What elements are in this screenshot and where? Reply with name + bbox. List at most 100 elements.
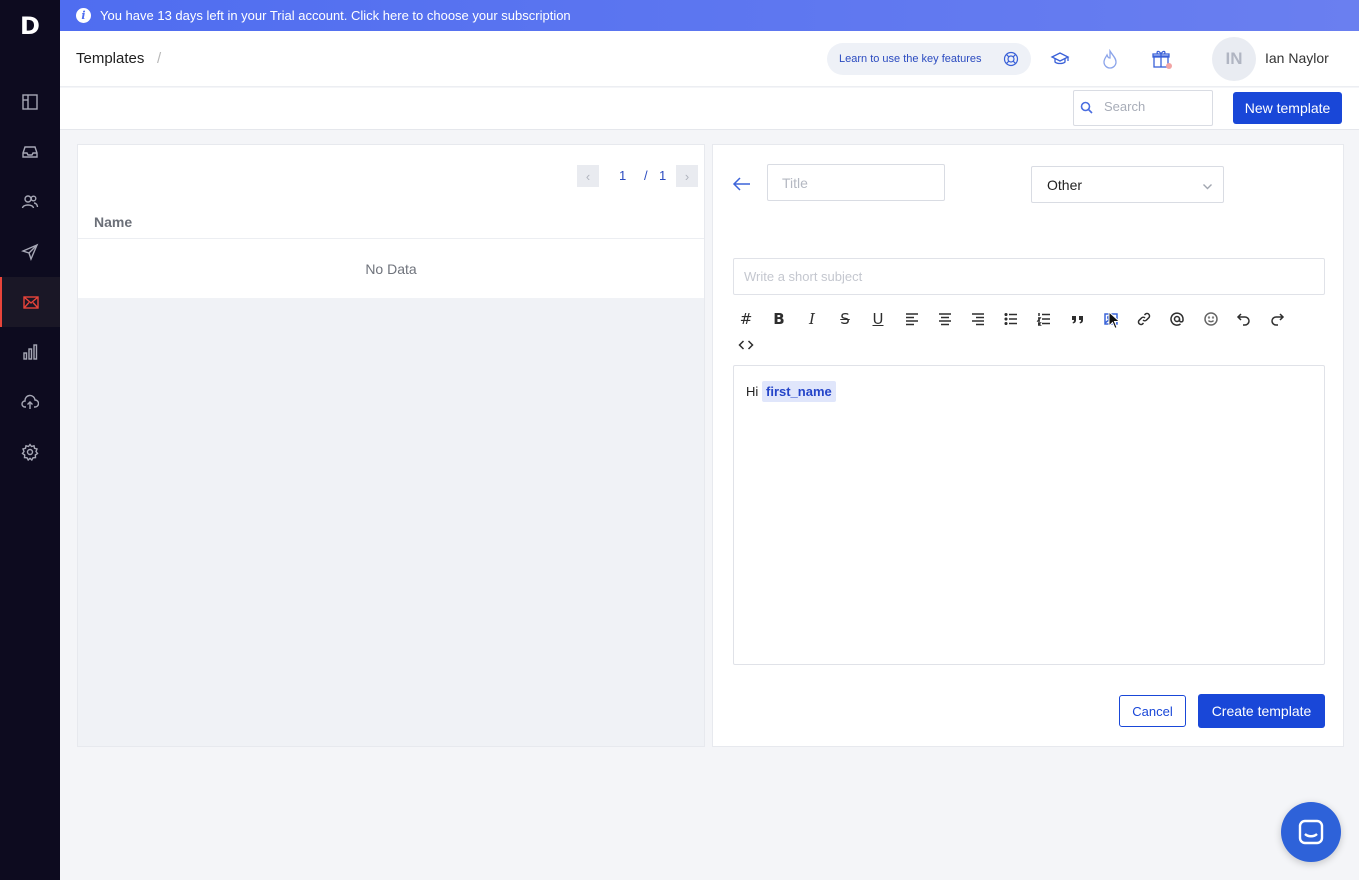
align-left-icon <box>906 313 918 326</box>
analytics-icon <box>23 344 38 360</box>
sidebar-item-templates[interactable] <box>0 277 60 327</box>
code-view-button[interactable] <box>733 334 759 356</box>
bullet-list-button[interactable] <box>998 308 1024 330</box>
new-template-button[interactable]: New template <box>1233 92 1342 124</box>
header-divider <box>78 238 704 239</box>
blockquote-button[interactable] <box>1065 308 1091 330</box>
italic-label: I <box>809 310 815 328</box>
breadcrumb-separator: / <box>157 50 162 67</box>
template-body-editor[interactable]: Hi first_name <box>733 365 1325 665</box>
category-select[interactable]: Other <box>1031 166 1224 203</box>
sidebar: D <box>0 0 60 880</box>
variable-tag[interactable]: first_name <box>762 381 836 402</box>
align-right-icon <box>972 313 984 326</box>
search-icon <box>1080 101 1093 114</box>
drop-button[interactable] <box>1100 48 1120 69</box>
undo-button[interactable] <box>1231 308 1257 330</box>
bold-button[interactable]: B <box>766 308 792 330</box>
search-box[interactable] <box>1073 90 1213 126</box>
learn-key-features-button[interactable]: Learn to use the key features <box>827 43 1031 75</box>
template-table: ‹ 1 / 1 › Name No Data <box>78 145 704 298</box>
at-sign-icon <box>1170 312 1184 326</box>
create-template-button[interactable]: Create template <box>1198 694 1325 728</box>
sidebar-item-inbox[interactable] <box>0 127 60 177</box>
mention-button[interactable] <box>1164 308 1190 330</box>
trial-banner-text[interactable]: You have 13 days left in your Trial acco… <box>100 8 571 23</box>
chat-icon <box>1298 819 1324 845</box>
trial-banner[interactable]: i You have 13 days left in your Trial ac… <box>60 0 1359 31</box>
undo-icon <box>1236 313 1250 326</box>
action-bar: New template <box>60 88 1359 130</box>
lifebuoy-icon <box>1003 51 1019 67</box>
sidebar-item-settings[interactable] <box>0 427 60 477</box>
align-right-button[interactable] <box>965 308 991 330</box>
gifts-button[interactable] <box>1151 49 1172 69</box>
column-header-name[interactable]: Name <box>94 214 132 230</box>
strikethrough-label: S <box>840 310 850 328</box>
pagination-separator: / <box>644 168 648 183</box>
graduation-cap-icon <box>1050 52 1070 65</box>
category-value: Other <box>1047 176 1083 193</box>
notification-dot <box>1166 63 1172 69</box>
link-icon <box>1137 312 1151 326</box>
flame-icon <box>1103 48 1117 69</box>
inbox-icon <box>22 146 38 158</box>
align-center-icon <box>939 313 951 326</box>
chevron-down-icon <box>1202 179 1213 190</box>
pagination-current[interactable]: 1 <box>619 168 626 183</box>
ordered-list-icon <box>1036 313 1050 326</box>
app-logo[interactable]: D <box>0 0 60 52</box>
chat-launcher-button[interactable] <box>1281 802 1341 862</box>
sidebar-item-campaigns[interactable] <box>0 227 60 277</box>
arrow-left-icon <box>732 177 750 191</box>
ordered-list-button[interactable] <box>1031 308 1057 330</box>
templates-icon <box>23 296 39 309</box>
mouse-cursor-icon <box>1108 311 1121 330</box>
underline-button[interactable]: U <box>865 308 891 330</box>
heading-button[interactable]: # <box>733 308 759 330</box>
link-button[interactable] <box>1131 308 1157 330</box>
learn-key-features-label: Learn to use the key features <box>839 53 982 65</box>
user-name[interactable]: Ian Naylor <box>1265 50 1329 66</box>
quote-icon <box>1072 316 1083 324</box>
bullet-list-icon <box>1004 312 1017 326</box>
sidebar-item-dashboard[interactable] <box>0 77 60 127</box>
bold-label: B <box>773 310 785 328</box>
pagination-total: 1 <box>659 168 667 183</box>
align-center-button[interactable] <box>932 308 958 330</box>
send-icon <box>21 243 39 261</box>
sidebar-item-upload[interactable] <box>0 377 60 427</box>
avatar[interactable]: IN <box>1212 37 1256 81</box>
template-list-panel: ‹ 1 / 1 › Name No Data <box>77 144 705 747</box>
academy-button[interactable] <box>1050 49 1070 69</box>
info-icon: i <box>76 8 91 23</box>
align-left-button[interactable] <box>899 308 925 330</box>
cancel-button[interactable]: Cancel <box>1119 695 1186 727</box>
emoji-icon <box>1204 312 1218 326</box>
code-icon <box>738 340 754 350</box>
empty-state: No Data <box>365 261 417 277</box>
sidebar-item-contacts[interactable] <box>0 177 60 227</box>
sidebar-item-analytics[interactable] <box>0 327 60 377</box>
settings-icon <box>21 443 39 461</box>
pagination-next-button[interactable]: › <box>676 165 698 187</box>
subject-input[interactable] <box>733 258 1325 295</box>
strikethrough-button[interactable]: S <box>832 308 858 330</box>
template-editor-panel: Other # B I S U Hi <box>712 144 1344 747</box>
emoji-button[interactable] <box>1198 308 1224 330</box>
back-button[interactable] <box>731 175 753 193</box>
contacts-icon <box>21 195 39 209</box>
search-input[interactable] <box>1104 99 1204 114</box>
breadcrumb-templates[interactable]: Templates <box>76 50 144 67</box>
title-input[interactable] <box>767 164 945 201</box>
pagination-prev-button[interactable]: ‹ <box>577 165 599 187</box>
body-greeting: Hi <box>746 384 759 399</box>
heading-label: # <box>739 310 753 328</box>
italic-button[interactable]: I <box>799 308 825 330</box>
layout-icon <box>22 94 38 110</box>
underline-label: U <box>872 310 884 328</box>
upload-icon <box>21 394 39 409</box>
redo-icon <box>1271 313 1285 326</box>
redo-button[interactable] <box>1264 308 1290 330</box>
page-header: Templates / Learn to use the key feature… <box>60 31 1359 87</box>
